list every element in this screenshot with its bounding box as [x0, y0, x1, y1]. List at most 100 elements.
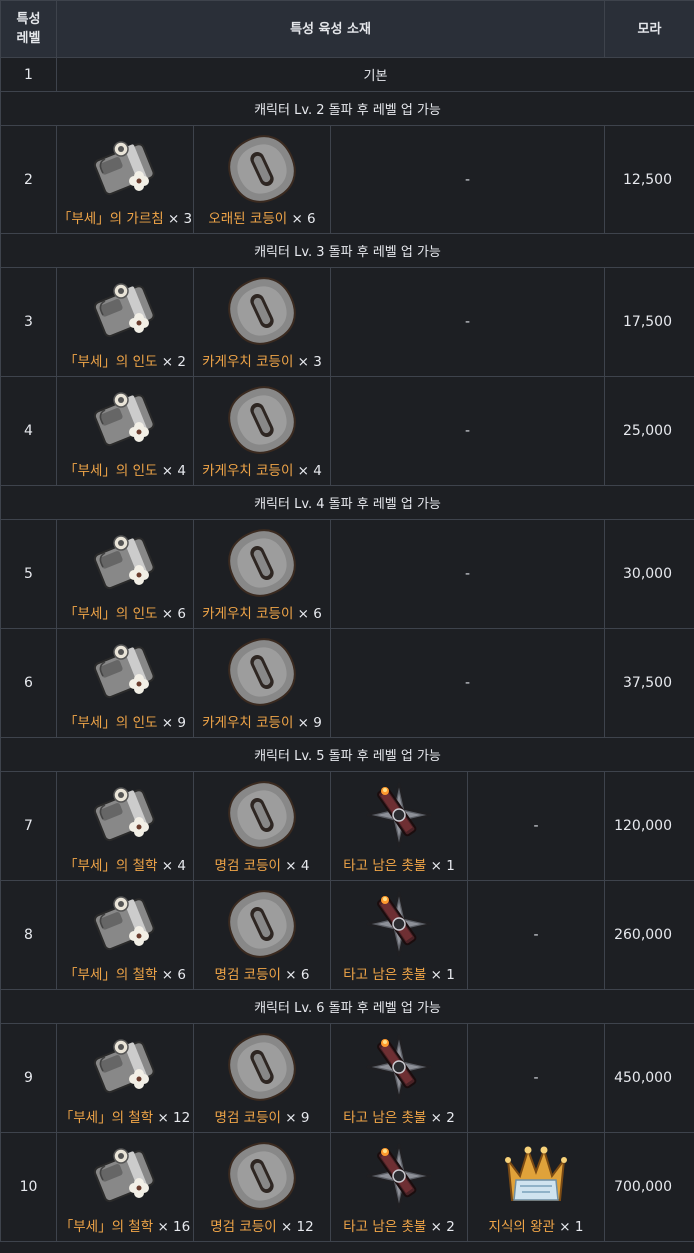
header-level: 특성 레벨 — [0, 0, 57, 58]
ascension-separator-row: 캐릭터 Lv. 6 돌파 후 레벨 업 가능 — [0, 989, 694, 1024]
base-label: 기본 — [56, 57, 694, 92]
material-name[interactable]: 명검 코등이 — [215, 967, 281, 983]
material-label: 타고 남은 촛불 × 2 — [331, 1106, 467, 1126]
book-silver-icon: .book-main{fill:#7b8693}.book-band{fill:… — [85, 632, 165, 712]
material-name[interactable]: 「부세」의 인도 — [64, 715, 157, 731]
burnt-candle-icon: .book-main{fill:#888}.book-band{fill:#cc… — [359, 1136, 439, 1216]
mora-cost: 37,500 — [604, 628, 694, 738]
material-label: 카게우치 코등이 × 9 — [194, 711, 330, 731]
book-gold-icon: .book-main{fill:#d4a02c}.book-band{fill:… — [85, 884, 165, 964]
table-row: 8 .book-main{fill:#d4a02c}.book-band{fill… — [0, 880, 694, 990]
material-cell: .book-main{fill:#888}.book-band{fill:#cc… — [330, 880, 468, 990]
material-cell: .book-main{fill:#7b8693}.book-band{fill:… — [56, 628, 194, 738]
material-quantity: × 1 — [426, 967, 455, 983]
material-label: 「부세」의 철학 × 4 — [57, 854, 193, 874]
header-level-line2: 레벨 — [16, 31, 41, 46]
material-cell: .book-main{fill:#7b8693}.book-band{fill:… — [56, 376, 194, 486]
material-cell: .book-main{fill:#888}.book-band{fill:#cc… — [467, 1132, 605, 1242]
talent-level: 5 — [0, 519, 57, 629]
ascension-requirement: 캐릭터 Lv. 4 돌파 후 레벨 업 가능 — [0, 485, 694, 520]
material-name[interactable]: 카게우치 코등이 — [202, 354, 293, 370]
talent-level: 7 — [0, 771, 57, 881]
empty-material-dash: - — [330, 376, 605, 486]
material-name[interactable]: 타고 남은 촛불 — [343, 1110, 426, 1126]
material-name[interactable]: 명검 코등이 — [215, 858, 281, 874]
material-cell: .book-main{fill:#d4a02c}.book-band{fill:… — [56, 1132, 194, 1242]
empty-material-dash: - — [467, 880, 605, 990]
material-cell: .book-main{fill:#9fc3dc}.book-band{fill:… — [193, 628, 331, 738]
material-quantity: × 16 — [153, 1219, 191, 1235]
material-quantity: × 6 — [293, 606, 322, 622]
material-name[interactable]: 「부세」의 인도 — [64, 606, 157, 622]
empty-material-dash: - — [330, 267, 605, 377]
material-quantity: × 3 — [293, 354, 322, 370]
material-name[interactable]: 카게우치 코등이 — [202, 463, 293, 479]
material-cell: .book-main{fill:#7b8693}.book-band{fill:… — [56, 519, 194, 629]
material-label: 「부세」의 인도 × 4 — [57, 459, 193, 479]
material-quantity: × 2 — [426, 1219, 455, 1235]
material-label: 카게우치 코등이 × 3 — [194, 350, 330, 370]
material-cell: .book-main{fill:#888}.book-band{fill:#cc… — [330, 771, 468, 881]
material-quantity: × 3 — [163, 211, 193, 227]
table-row: 5 .book-main{fill:#7b8693}.book-band{fill… — [0, 519, 694, 629]
material-name[interactable]: 타고 남은 촛불 — [343, 858, 426, 874]
material-cell: .book-main{fill:#d9a43a}.book-band{fill:… — [193, 1132, 331, 1242]
material-label: 「부세」의 가르침 × 3 — [57, 207, 193, 227]
material-quantity: × 12 — [276, 1219, 314, 1235]
material-quantity: × 4 — [157, 463, 186, 479]
book-gold-icon: .book-main{fill:#d4a02c}.book-band{fill:… — [85, 1027, 165, 1107]
material-label: 오래된 코등이 × 6 — [194, 207, 330, 227]
empty-material-dash: - — [330, 125, 605, 234]
material-quantity: × 9 — [293, 715, 322, 731]
talent-material-table: 특성 레벨 특성 육성 소재 모라 1 기본 캐릭터 Lv. 2 돌파 후 레벨… — [0, 0, 694, 1242]
book-bronze-icon: .book-main{fill:#7a3b30}.book-band{fill:… — [85, 129, 165, 209]
mora-cost: 17,500 — [604, 267, 694, 377]
base-row: 1 기본 — [0, 57, 694, 92]
material-quantity: × 6 — [157, 606, 186, 622]
material-cell: .book-main{fill:#9fc3dc}.book-band{fill:… — [193, 267, 331, 377]
table-row: 3 .book-main{fill:#7b8693}.book-band{fill… — [0, 267, 694, 377]
material-label: 「부세」의 인도 × 6 — [57, 602, 193, 622]
material-label: 타고 남은 촛불 × 1 — [331, 963, 467, 983]
material-quantity: × 4 — [293, 463, 322, 479]
material-name[interactable]: 명검 코등이 — [210, 1219, 276, 1235]
material-name[interactable]: 「부세」의 철학 — [64, 858, 157, 874]
mora-cost: 25,000 — [604, 376, 694, 486]
material-name[interactable]: 오래된 코등이 — [208, 211, 287, 227]
ascension-requirement: 캐릭터 Lv. 6 돌파 후 레벨 업 가능 — [0, 989, 694, 1024]
material-name[interactable]: 카게우치 코등이 — [202, 606, 293, 622]
material-label: 명검 코등이 × 4 — [194, 854, 330, 874]
material-name[interactable]: 「부세」의 가르침 — [58, 211, 164, 227]
material-cell: .book-main{fill:#7a3b30}.book-band{fill:… — [56, 125, 194, 234]
table-row: 7 .book-main{fill:#d4a02c}.book-band{fill… — [0, 771, 694, 881]
material-cell: .book-main{fill:#b8704a}.book-band{fill:… — [193, 125, 331, 234]
empty-material-dash: - — [330, 628, 605, 738]
book-silver-icon: .book-main{fill:#7b8693}.book-band{fill:… — [85, 523, 165, 603]
material-cell: .book-main{fill:#888}.book-band{fill:#cc… — [330, 1023, 468, 1133]
talent-level: 10 — [0, 1132, 57, 1242]
material-label: 「부세」의 철학 × 16 — [57, 1215, 193, 1235]
material-name[interactable]: 「부세」의 철학 — [64, 967, 157, 983]
material-quantity: × 2 — [157, 354, 186, 370]
material-name[interactable]: 「부세」의 철학 — [60, 1110, 153, 1126]
material-name[interactable]: 카게우치 코등이 — [202, 715, 293, 731]
mora-cost: 450,000 — [604, 1023, 694, 1133]
tsuba-silver-icon: .book-main{fill:#9fc3dc}.book-band{fill:… — [222, 632, 302, 712]
material-quantity: × 2 — [426, 1110, 455, 1126]
ascension-separator-row: 캐릭터 Lv. 5 돌파 후 레벨 업 가능 — [0, 737, 694, 772]
empty-material-dash: - — [467, 1023, 605, 1133]
material-label: 「부세」의 철학 × 12 — [57, 1106, 193, 1126]
material-cell: .book-main{fill:#d4a02c}.book-band{fill:… — [56, 1023, 194, 1133]
material-name[interactable]: 「부세」의 철학 — [60, 1219, 153, 1235]
burnt-candle-icon: .book-main{fill:#888}.book-band{fill:#cc… — [359, 1027, 439, 1107]
material-name[interactable]: 지식의 왕관 — [489, 1219, 555, 1235]
material-name[interactable]: 「부세」의 인도 — [64, 463, 157, 479]
ascension-separator-row: 캐릭터 Lv. 2 돌파 후 레벨 업 가능 — [0, 91, 694, 126]
tsuba-gold-icon: .book-main{fill:#d9a43a}.book-band{fill:… — [222, 775, 302, 855]
material-name[interactable]: 명검 코등이 — [215, 1110, 281, 1126]
ascension-separator-row: 캐릭터 Lv. 3 돌파 후 레벨 업 가능 — [0, 233, 694, 268]
material-name[interactable]: 「부세」의 인도 — [64, 354, 157, 370]
material-name[interactable]: 타고 남은 촛불 — [343, 967, 426, 983]
material-name[interactable]: 타고 남은 촛불 — [343, 1219, 426, 1235]
mora-cost: 700,000 — [604, 1132, 694, 1242]
